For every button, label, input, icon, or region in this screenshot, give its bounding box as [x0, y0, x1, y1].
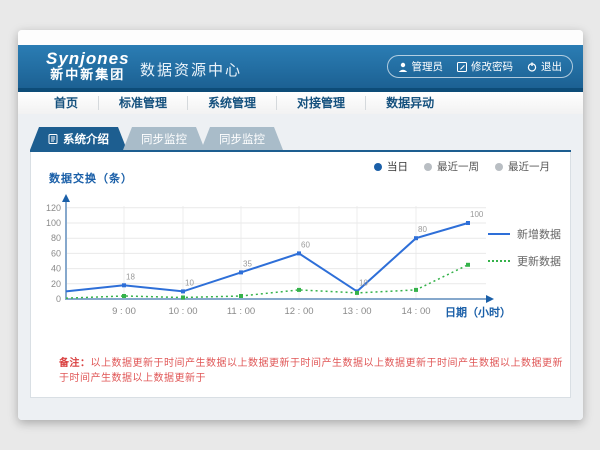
radio-dot-icon	[424, 163, 432, 171]
power-icon	[527, 62, 537, 72]
legend-item-new-data: 新增数据	[488, 226, 561, 242]
chart-legend: 新增数据 更新数据	[488, 226, 561, 269]
legend-item-updated-data: 更新数据	[488, 253, 561, 269]
brand-logo: Synjones 新中新集团	[46, 50, 130, 81]
svg-text:10 : 00: 10 : 00	[168, 306, 197, 317]
main-nav: 首页 标准管理 系统管理 对接管理 数据异动	[18, 92, 583, 115]
radio-last-month[interactable]: 最近一月	[495, 159, 550, 174]
svg-text:100: 100	[470, 210, 484, 219]
line-chart: 0 20 40 60 80 100 120 9 : 00 10 : 00 11 : 00 12 : …	[41, 188, 531, 338]
content-area: 系统介绍 同步监控 同步监控 当日 最近一周	[18, 114, 583, 420]
radio-label: 最近一周	[437, 159, 479, 174]
app-header: Synjones 新中新集团 数据资源中心 管理员 修改密码 退出	[18, 45, 583, 88]
tab-sync-monitor-2[interactable]: 同步监控	[201, 127, 283, 150]
svg-text:9 : 00: 9 : 00	[112, 306, 136, 317]
svg-text:12 : 00: 12 : 00	[284, 306, 313, 317]
time-range-filter: 当日 最近一周 最近一月	[374, 159, 550, 174]
document-icon	[48, 134, 58, 144]
tab-bar: 系统介绍 同步监控 同步监控	[30, 127, 283, 150]
tab-system-intro[interactable]: 系统介绍	[30, 127, 127, 150]
edit-icon	[457, 62, 467, 72]
svg-text:35: 35	[243, 259, 252, 268]
svg-text:80: 80	[418, 225, 427, 234]
radio-today[interactable]: 当日	[374, 159, 408, 174]
user-toolbar: 管理员 修改密码 退出	[387, 55, 574, 78]
radio-label: 最近一月	[508, 159, 550, 174]
radio-label: 当日	[387, 159, 408, 174]
user-menu[interactable]: 管理员	[398, 59, 444, 74]
logout-button[interactable]: 退出	[527, 59, 562, 74]
svg-text:60: 60	[51, 248, 61, 258]
svg-text:100: 100	[46, 218, 61, 228]
nav-item-standards[interactable]: 标准管理	[99, 96, 188, 110]
tab-sync-monitor-1[interactable]: 同步监控	[123, 127, 205, 150]
tab-label: 同步监控	[219, 131, 265, 147]
brand-logo-en: Synjones	[46, 50, 130, 68]
app-window: Synjones 新中新集团 数据资源中心 管理员 修改密码 退出 首页 标准管…	[18, 30, 583, 420]
svg-text:11 : 00: 11 : 00	[227, 306, 255, 317]
tab-label: 同步监控	[141, 131, 187, 147]
svg-text:80: 80	[51, 233, 61, 243]
tab-label: 系统介绍	[63, 131, 109, 147]
svg-text:日期（小时）: 日期（小时）	[445, 305, 511, 319]
chart-panel: 当日 最近一周 最近一月 数据交换（条） 0 20 40 60 80 100 120 9 : …	[30, 152, 571, 398]
svg-text:0: 0	[56, 294, 61, 304]
svg-text:18: 18	[126, 272, 135, 281]
svg-text:13 : 00: 13 : 00	[342, 306, 371, 317]
nav-item-integration[interactable]: 对接管理	[277, 96, 366, 110]
nav-item-home[interactable]: 首页	[34, 96, 99, 110]
change-password-label: 修改密码	[471, 59, 513, 74]
radio-dot-icon	[495, 163, 503, 171]
svg-text:10: 10	[185, 278, 194, 287]
footnote: 备注：以上数据更新于时间产生数据以上数据更新于时间产生数据以上数据更新于时间产生…	[59, 354, 570, 384]
brand-logo-cn: 新中新集团	[46, 68, 130, 82]
legend-label: 更新数据	[517, 253, 561, 269]
svg-text:10: 10	[359, 278, 368, 287]
svg-text:20: 20	[51, 279, 61, 289]
footnote-text: 以上数据更新于时间产生数据以上数据更新于时间产生数据以上数据更新于时间产生数据以…	[59, 358, 563, 384]
radio-last-week[interactable]: 最近一周	[424, 159, 479, 174]
svg-text:14 : 00: 14 : 00	[401, 306, 430, 317]
page-title: 数据资源中心	[140, 59, 242, 80]
user-name-label: 管理员	[412, 59, 444, 74]
nav-item-data-change[interactable]: 数据异动	[366, 96, 454, 110]
nav-item-system[interactable]: 系统管理	[188, 96, 277, 110]
solid-line-swatch-icon	[488, 233, 510, 235]
radio-dot-icon	[374, 163, 382, 171]
logout-label: 退出	[541, 59, 562, 74]
y-axis-title: 数据交换（条）	[49, 170, 133, 186]
change-password-button[interactable]: 修改密码	[457, 59, 513, 74]
svg-text:60: 60	[301, 240, 310, 249]
svg-text:120: 120	[46, 203, 61, 213]
user-icon	[398, 62, 408, 72]
dotted-line-swatch-icon	[488, 260, 510, 262]
svg-text:40: 40	[51, 264, 61, 274]
window-chrome	[18, 30, 583, 46]
footnote-prefix: 备注：	[59, 358, 91, 369]
legend-label: 新增数据	[517, 226, 561, 242]
